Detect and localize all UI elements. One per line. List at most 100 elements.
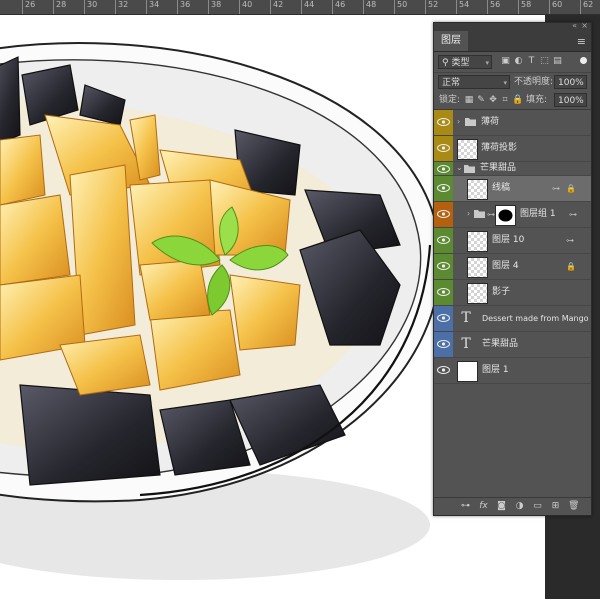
chevron-down-icon: ▾ bbox=[485, 59, 489, 67]
filter-toggle-icon[interactable] bbox=[580, 57, 587, 64]
lock-icon: 🔒 bbox=[566, 262, 576, 271]
tab-layers[interactable]: 图层 bbox=[434, 31, 468, 51]
filter-type-icon[interactable]: T bbox=[526, 56, 537, 67]
layer-name: 图层 10 bbox=[492, 235, 525, 245]
lock-all-icon[interactable]: 🔒 bbox=[512, 95, 523, 105]
fill-value: 100% bbox=[558, 96, 584, 106]
opacity-label: 不透明度: bbox=[514, 77, 554, 87]
layers-list[interactable]: › 薄荷 薄荷投影 ⌄ 芒果甜品 线稿 ⊶ 🔒 › ⊶ 图层组 1 ⊶ 图层 1… bbox=[434, 109, 591, 500]
filter-smart-icon[interactable]: ▤ bbox=[552, 56, 563, 67]
layer-row[interactable]: 图层 1 bbox=[434, 358, 591, 384]
layer-name: 薄荷投影 bbox=[481, 143, 518, 153]
link-icon: ⊶ bbox=[487, 210, 495, 219]
chevron-down-icon: ▾ bbox=[503, 79, 507, 87]
adjustment-layer-icon[interactable]: ◑ bbox=[514, 501, 525, 512]
filter-shape-icon[interactable]: ⬚ bbox=[539, 56, 550, 67]
eye-icon[interactable] bbox=[437, 314, 450, 322]
lock-row: 锁定: ▦ ✎ ✥ ⌗ 🔒 填充: 100% bbox=[434, 91, 591, 109]
fx-icon[interactable]: fx bbox=[478, 501, 489, 512]
close-icon[interactable]: × bbox=[581, 21, 588, 30]
layers-panel[interactable]: « × 图层 ≡ ⚲ 类型 ▾ ▣ ◐ T ⬚ ▤ 正常 ▾ 不透明度: 100… bbox=[433, 21, 592, 516]
layer-name: 芒果甜品 bbox=[482, 339, 519, 349]
layer-thumbnail bbox=[467, 179, 488, 200]
folder-icon bbox=[465, 118, 476, 126]
layer-row[interactable]: T 芒果甜品 bbox=[434, 332, 591, 358]
eye-icon[interactable] bbox=[437, 144, 450, 152]
layer-name: 影子 bbox=[492, 287, 511, 297]
ruler-tick: 32 bbox=[115, 0, 128, 14]
layer-thumbnail bbox=[467, 283, 488, 304]
lock-transparent-icon[interactable]: ▦ bbox=[464, 95, 474, 105]
ruler-tick: 54 bbox=[456, 0, 469, 14]
link-icon: ⊶ bbox=[552, 184, 560, 193]
collapse-icon[interactable]: « bbox=[572, 21, 577, 30]
ruler-tick: 26 bbox=[22, 0, 35, 14]
lock-icon: 🔒 bbox=[566, 184, 576, 193]
layer-name: 图层组 1 bbox=[520, 209, 556, 219]
chevron-right-icon[interactable]: › bbox=[457, 117, 460, 126]
ruler-tick: 50 bbox=[394, 0, 407, 14]
lock-artboard-icon[interactable]: ⌗ bbox=[500, 95, 510, 105]
link-icon: ⊶ bbox=[566, 236, 574, 245]
eye-icon[interactable] bbox=[437, 366, 450, 374]
eye-icon[interactable] bbox=[437, 165, 450, 173]
layer-thumbnail bbox=[457, 139, 478, 160]
text-layer-icon: T bbox=[461, 336, 471, 352]
layer-row[interactable]: › 薄荷 bbox=[434, 110, 591, 136]
link-layers-icon[interactable]: ⊶ bbox=[460, 501, 471, 512]
ruler-tick: 42 bbox=[270, 0, 283, 14]
eye-icon[interactable] bbox=[437, 210, 450, 218]
ruler-tick: 40 bbox=[239, 0, 252, 14]
ruler-tick: 46 bbox=[332, 0, 345, 14]
ruler-tick: 28 bbox=[53, 0, 66, 14]
eye-icon[interactable] bbox=[437, 118, 450, 126]
layer-mask-thumbnail bbox=[495, 205, 516, 226]
layer-row-selected[interactable]: 线稿 ⊶ 🔒 bbox=[434, 176, 591, 202]
horizontal-ruler: 26 28 30 32 34 36 38 40 42 44 46 48 50 5… bbox=[0, 0, 600, 15]
lock-label: 锁定: bbox=[439, 95, 461, 105]
chevron-down-icon[interactable]: ⌄ bbox=[456, 163, 463, 172]
layer-thumbnail bbox=[457, 361, 478, 382]
filter-adjustment-icon[interactable]: ◐ bbox=[513, 56, 524, 67]
opacity-input[interactable]: 100% bbox=[554, 75, 587, 89]
eye-icon[interactable] bbox=[437, 184, 450, 192]
layer-row[interactable]: ⌄ 芒果甜品 bbox=[434, 162, 591, 176]
layer-row[interactable]: 影子 bbox=[434, 280, 591, 306]
panel-menu-icon[interactable]: ≡ bbox=[577, 35, 586, 48]
filter-pixel-icon[interactable]: ▣ bbox=[500, 56, 511, 67]
eye-icon[interactable] bbox=[437, 236, 450, 244]
filter-type-select[interactable]: ⚲ 类型 ▾ bbox=[438, 55, 492, 69]
panel-bottom-toolbar: ⊶ fx ◙ ◑ ▭ ⊞ 🗑 bbox=[434, 497, 591, 515]
ruler-tick: 44 bbox=[301, 0, 314, 14]
add-mask-icon[interactable]: ◙ bbox=[496, 501, 507, 512]
layer-name: Dessert made from Mango bbox=[482, 314, 589, 323]
trash-icon[interactable]: 🗑 bbox=[568, 501, 579, 512]
chevron-right-icon[interactable]: › bbox=[467, 209, 470, 218]
layer-filter-row: ⚲ 类型 ▾ ▣ ◐ T ⬚ ▤ bbox=[434, 52, 591, 73]
layer-name: 图层 1 bbox=[482, 365, 509, 375]
layer-thumbnail bbox=[467, 257, 488, 278]
link-icon: ⊶ bbox=[569, 210, 577, 219]
eye-icon[interactable] bbox=[437, 340, 450, 348]
mask-shape-icon bbox=[498, 209, 513, 222]
panel-tab-bar: 图层 ≡ bbox=[434, 31, 591, 52]
blend-mode-select[interactable]: 正常 ▾ bbox=[438, 75, 510, 89]
ruler-tick: 60 bbox=[549, 0, 562, 14]
eye-icon[interactable] bbox=[437, 288, 450, 296]
fill-input[interactable]: 100% bbox=[554, 93, 587, 107]
opacity-value: 100% bbox=[558, 78, 584, 88]
eye-icon[interactable] bbox=[437, 262, 450, 270]
layer-row[interactable]: 薄荷投影 bbox=[434, 136, 591, 162]
ruler-tick: 58 bbox=[518, 0, 531, 14]
layer-row[interactable]: 图层 4 🔒 bbox=[434, 254, 591, 280]
layer-name: 薄荷 bbox=[481, 117, 500, 127]
ruler-tick: 52 bbox=[425, 0, 438, 14]
layer-row[interactable]: 图层 10 ⊶ bbox=[434, 228, 591, 254]
lock-position-icon[interactable]: ✥ bbox=[488, 95, 498, 105]
new-group-icon[interactable]: ▭ bbox=[532, 501, 543, 512]
lock-image-icon[interactable]: ✎ bbox=[476, 95, 486, 105]
layer-row[interactable]: › ⊶ 图层组 1 ⊶ bbox=[434, 202, 591, 228]
layer-thumbnail bbox=[467, 231, 488, 252]
new-layer-icon[interactable]: ⊞ bbox=[550, 501, 561, 512]
layer-row[interactable]: T Dessert made from Mango bbox=[434, 306, 591, 332]
